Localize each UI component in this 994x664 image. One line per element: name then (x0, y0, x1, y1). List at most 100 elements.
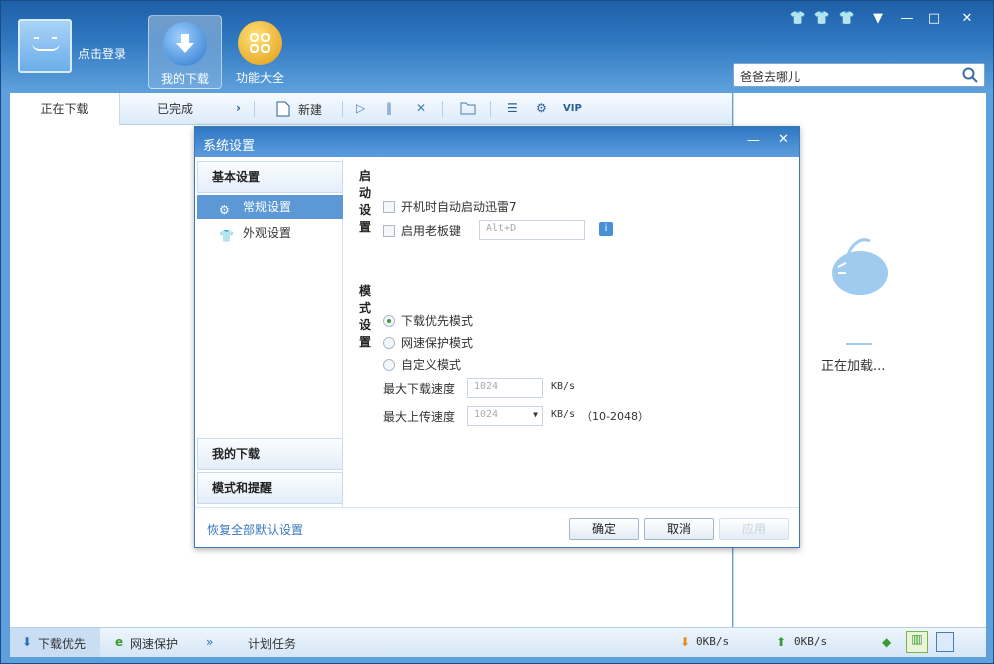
folder-icon[interactable] (460, 101, 476, 118)
down-speed: 0KB/s (696, 635, 730, 648)
close-button[interactable]: ✕ (957, 11, 977, 26)
up-speed-icon: ⬆ (776, 635, 787, 649)
sidebar-item-label: 常规设置 (243, 200, 292, 214)
max-up-value: 1024 (474, 409, 499, 420)
minimize-button[interactable]: — (897, 11, 917, 26)
cancel-button[interactable]: 取消 (644, 518, 714, 540)
sidebar-item-appearance[interactable]: 👕 外观设置 (197, 221, 343, 245)
avatar[interactable] (18, 19, 72, 73)
divider (342, 101, 343, 117)
list-icon[interactable]: ☰ (507, 101, 518, 115)
shirt-icon: 👕 (219, 229, 234, 243)
radio-custom[interactable]: 自定义模式 (383, 356, 461, 373)
radio-label: 网速保护模式 (401, 336, 474, 350)
search-icon[interactable] (962, 67, 978, 83)
max-up-select[interactable]: 1024 ▼ (467, 406, 543, 426)
avatar-eye (34, 37, 39, 39)
sidebar-basic-settings[interactable]: 基本设置 (197, 161, 343, 193)
dialog-minimize-button[interactable]: — (747, 133, 760, 148)
maximize-button[interactable]: □ (924, 11, 944, 26)
radio-label: 下载优先模式 (401, 314, 474, 328)
info-icon[interactable]: i (599, 222, 613, 236)
shield-icon: e (115, 635, 124, 649)
divider (254, 101, 255, 117)
download-arrow-icon (163, 22, 207, 66)
vip-icon[interactable]: VIP (563, 103, 582, 114)
tab-downloading[interactable]: 正在下载 (10, 93, 120, 125)
unit-label: KB/s (551, 381, 576, 392)
mode-heading: 模式设置 (359, 284, 372, 349)
radio-button[interactable] (383, 337, 395, 349)
boss-key-checkbox[interactable]: 启用老板键 (383, 222, 461, 239)
settings-sidebar: 基本设置 ⚙ 常规设置 👕 外观设置 我的下载 模式和提醒 (195, 159, 343, 507)
apps-grid-icon (238, 21, 282, 65)
loading-indicator (846, 343, 872, 345)
startup-heading: 启动设置 (359, 169, 372, 234)
panel-toggle-icon[interactable] (936, 632, 954, 652)
net-protect-button[interactable]: 网速保护 (130, 635, 178, 652)
dialog-close-button[interactable]: ✕ (778, 132, 789, 147)
max-down-label: 最大下载速度 (383, 382, 456, 396)
apply-button[interactable]: 应用 (719, 518, 789, 540)
divider (442, 101, 443, 117)
restore-defaults-link[interactable]: 恢复全部默认设置 (207, 521, 303, 538)
delete-icon[interactable]: ✕ (416, 101, 426, 115)
login-link[interactable]: 点击登录 (78, 45, 126, 62)
gear-icon[interactable]: ⚙ (536, 101, 547, 115)
new-task-button[interactable]: 新建 (298, 101, 322, 118)
dialog-titlebar: 系统设置 — ✕ (195, 127, 799, 157)
expand-icon[interactable]: » (206, 635, 213, 649)
skin-icon[interactable]: 👕 (788, 11, 808, 26)
avatar-smile (32, 43, 60, 51)
tab-completed[interactable]: 已完成 (120, 93, 230, 125)
download-mode-icon: ⬇ (22, 635, 33, 649)
status-bar: ⬇ 下载优先 e 网速保护 » 计划任务 ⬇ 0KB/s ⬆ 0KB/s ◆ ▥ (10, 627, 986, 657)
auto-start-label: 开机时自动启动迅雷7 (401, 200, 517, 214)
menu-dropdown-icon[interactable]: ▼ (868, 11, 888, 26)
boss-key-input[interactable]: Alt+D (479, 220, 585, 240)
ok-button[interactable]: 确定 (569, 518, 639, 540)
feedback-icon[interactable]: ◆ (882, 635, 891, 649)
pause-icon[interactable]: ‖ (386, 101, 392, 115)
settings-dialog: 系统设置 — ✕ 基本设置 ⚙ 常规设置 👕 外观设置 我的下载 模式和提醒 启… (194, 126, 800, 548)
radio-button[interactable] (383, 315, 395, 327)
auto-start-checkbox[interactable]: 开机时自动启动迅雷7 (383, 198, 517, 215)
sidebar-mode-alert[interactable]: 模式和提醒 (197, 472, 343, 504)
nav-label: 功能大全 (235, 71, 284, 85)
scheduled-task-button[interactable]: 计划任务 (248, 635, 296, 652)
search-value: 爸爸去哪儿 (740, 70, 801, 84)
gear-icon: ⚙ (219, 203, 230, 217)
tab-toolbar: 正在下载 已完成 › 新建 ▷ ‖ ✕ ☰ ⚙ VIP (10, 93, 732, 125)
divider (490, 101, 491, 117)
checkbox-box[interactable] (383, 225, 395, 237)
chevron-right-icon[interactable]: › (236, 101, 241, 115)
start-icon[interactable]: ▷ (356, 101, 365, 115)
boss-key-label: 启用老板键 (401, 224, 462, 238)
chevron-down-icon: ▼ (533, 410, 538, 419)
chart-view-icon[interactable]: ▥ (906, 631, 928, 653)
radio-download-first[interactable]: 下载优先模式 (383, 312, 473, 329)
loading-bird-icon (832, 238, 888, 295)
down-speed-icon: ⬇ (680, 635, 691, 649)
skin-icon[interactable]: 👕 (837, 11, 857, 26)
radio-net-protect[interactable]: 网速保护模式 (383, 334, 473, 351)
sidebar-item-general[interactable]: ⚙ 常规设置 (197, 195, 343, 219)
new-file-icon[interactable] (276, 101, 290, 120)
nav-features[interactable]: 功能大全 (223, 15, 297, 89)
skin-icon[interactable]: 👕 (812, 11, 832, 26)
up-speed: 0KB/s (794, 635, 828, 648)
checkbox-box[interactable] (383, 201, 395, 213)
radio-button[interactable] (383, 359, 395, 371)
radio-label: 自定义模式 (401, 358, 462, 372)
nav-label: 我的下载 (160, 72, 209, 86)
loading-text: 正在加载... (821, 359, 886, 374)
max-down-input[interactable]: 1024 (467, 378, 543, 398)
top-bar: 点击登录 我的下载 功能大全 👕 👕 👕 ▼ — □ ✕ 爸爸去哪儿 (1, 1, 993, 93)
download-first-button[interactable]: 下载优先 (38, 635, 86, 652)
nav-my-download[interactable]: 我的下载 (148, 15, 222, 89)
sidebar-item-label: 外观设置 (243, 226, 292, 240)
avatar-eye (52, 37, 57, 39)
sidebar-my-download[interactable]: 我的下载 (197, 438, 343, 470)
search-input[interactable]: 爸爸去哪儿 (733, 63, 985, 87)
dialog-title: 系统设置 (203, 139, 256, 154)
